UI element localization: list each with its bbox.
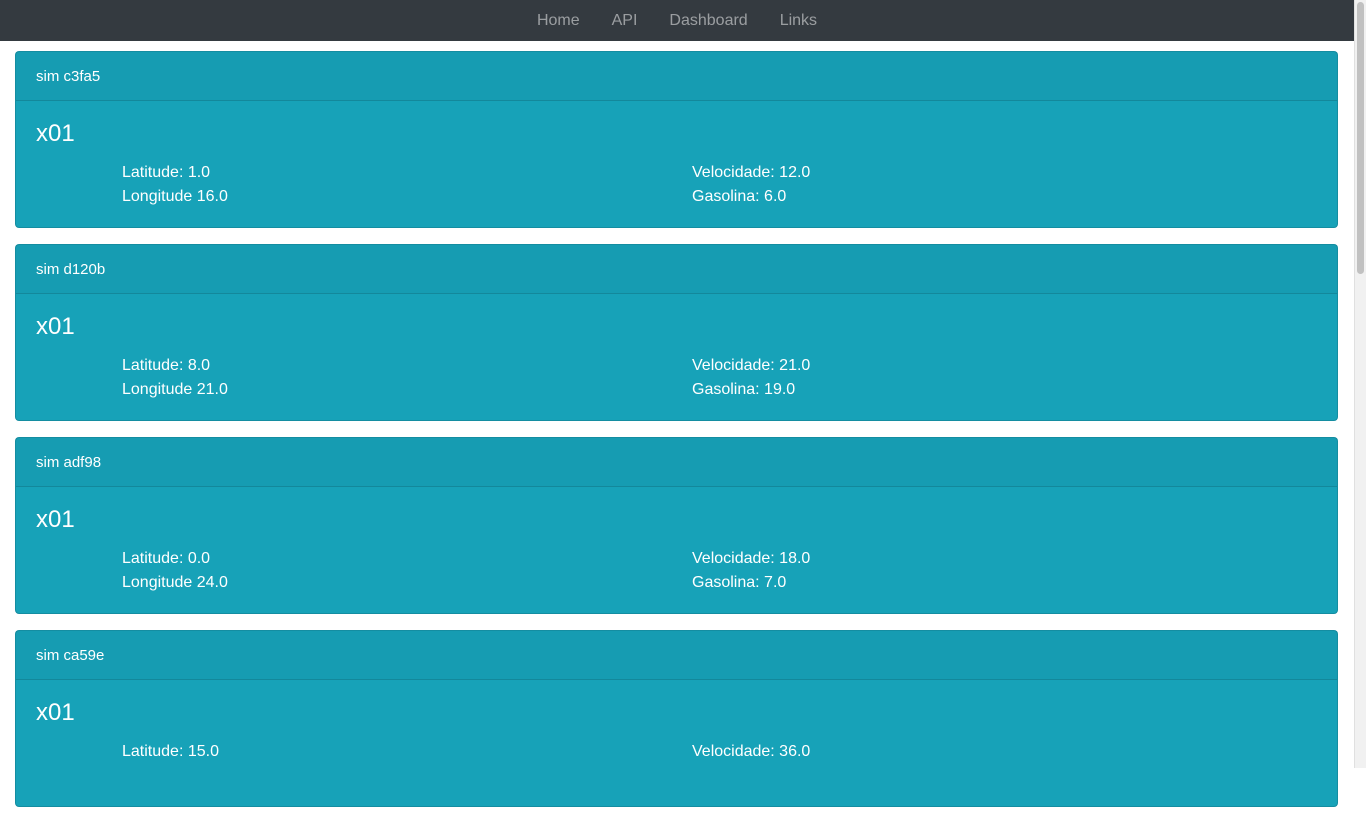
latitude-label: Latitude: 15.0 [122,743,219,760]
vertical-scrollbar[interactable] [1354,0,1366,768]
velocidade-label: Velocidade: 36.0 [692,743,811,760]
card-title: x01 [36,506,75,533]
velocidade-label: Velocidade: 18.0 [692,550,811,567]
card-title: x01 [36,120,75,147]
sim-card: sim adf98 x01 Latitude: 0.0 Velocidade: … [15,437,1338,614]
nav-link-links[interactable]: Links [764,0,833,41]
card-row: Longitude 16.0 Gasolina: 6.0 [36,185,1317,209]
longitude-label: Longitude 24.0 [122,574,228,591]
gasolina-label: Gasolina: 6.0 [692,188,787,205]
card-header: sim adf98 [16,438,1337,487]
sim-card: sim ca59e x01 Latitude: 15.0 Velocidade:… [15,630,1338,807]
top-navbar: Home API Dashboard Links [0,0,1354,41]
nav-link-dashboard[interactable]: Dashboard [653,0,763,41]
card-header: sim ca59e [16,631,1337,680]
card-row: Longitude 24.0 Gasolina: 7.0 [36,571,1317,595]
gasolina-label: Gasolina: 19.0 [692,381,796,398]
card-row: Longitude 21.0 Gasolina: 19.0 [36,378,1317,402]
sim-card: sim d120b x01 Latitude: 8.0 Velocidade: … [15,244,1338,421]
latitude-label: Latitude: 1.0 [122,164,211,181]
velocidade-label: Velocidade: 12.0 [692,164,811,181]
card-row: Latitude: 0.0 Velocidade: 18.0 [36,547,1317,571]
card-body: x01 Latitude: 0.0 Velocidade: 18.0 Longi… [16,487,1337,613]
latitude-label: Latitude: 0.0 [122,550,211,567]
longitude-label: Longitude 21.0 [122,381,228,398]
longitude-label: Longitude 16.0 [122,188,228,205]
card-title: x01 [36,699,75,726]
card-title: x01 [36,313,75,340]
latitude-label: Latitude: 8.0 [122,357,211,374]
card-row: Latitude: 8.0 Velocidade: 21.0 [36,354,1317,378]
nav-link-home[interactable]: Home [521,0,596,41]
card-row: Latitude: 1.0 Velocidade: 12.0 [36,161,1317,185]
card-body: x01 Latitude: 1.0 Velocidade: 12.0 Longi… [16,101,1337,227]
velocidade-label: Velocidade: 21.0 [692,357,811,374]
nav-link-api[interactable]: API [596,0,654,41]
card-row: Latitude: 15.0 Velocidade: 36.0 [36,740,1317,764]
card-list: sim c3fa5 x01 Latitude: 1.0 Velocidade: … [15,51,1338,823]
gasolina-label: Gasolina: 7.0 [692,574,787,591]
card-header: sim d120b [16,245,1337,294]
card-body: x01 Latitude: 8.0 Velocidade: 21.0 Longi… [16,294,1337,420]
card-body: x01 Latitude: 15.0 Velocidade: 36.0 [16,680,1337,806]
card-header: sim c3fa5 [16,52,1337,101]
sim-card: sim c3fa5 x01 Latitude: 1.0 Velocidade: … [15,51,1338,228]
scrollbar-thumb[interactable] [1357,2,1364,274]
